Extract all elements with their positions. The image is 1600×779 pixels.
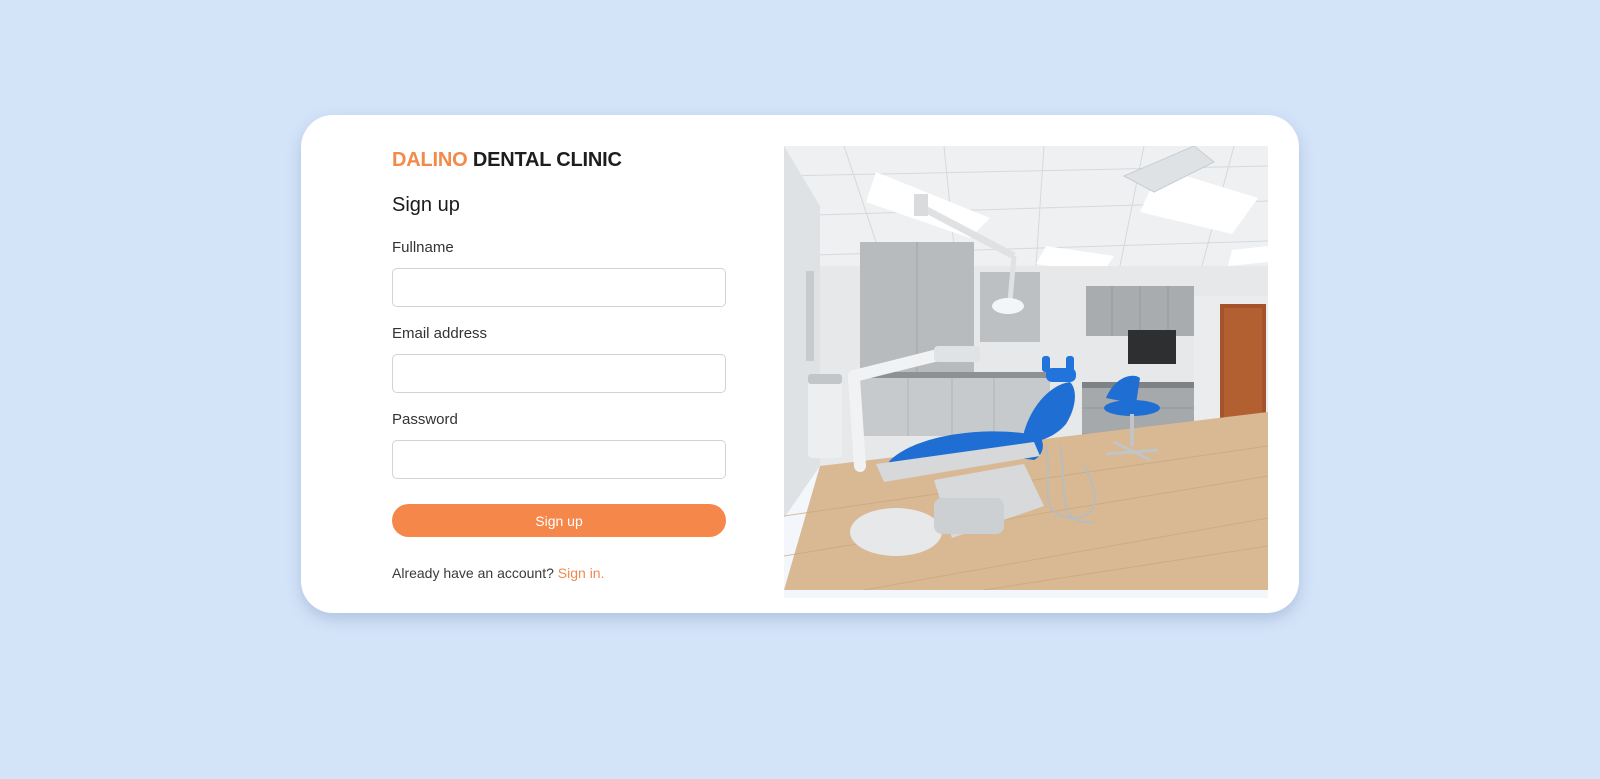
password-label: Password: [392, 411, 458, 428]
photo-frame: [784, 146, 1268, 598]
sign-in-link[interactable]: Sign in.: [558, 565, 605, 581]
dental-room-illustration: [784, 146, 1268, 590]
signup-form: DALINO DENTAL CLINIC Sign up Fullname Em…: [392, 115, 726, 613]
page-title: Sign up: [392, 194, 460, 216]
signin-prompt-text: Already have an account?: [392, 565, 554, 581]
sign-up-button[interactable]: Sign up: [392, 504, 726, 537]
fullname-label: Fullname: [392, 239, 454, 256]
password-input[interactable]: [392, 440, 726, 479]
brand-logo: DALINO DENTAL CLINIC: [392, 149, 622, 172]
signin-prompt: Already have an account? Sign in.: [392, 565, 604, 581]
email-label: Email address: [392, 325, 488, 342]
fullname-input[interactable]: [392, 268, 726, 307]
brand-rest-text: DENTAL CLINIC: [472, 149, 622, 171]
signup-card: DALINO DENTAL CLINIC Sign up Fullname Em…: [301, 115, 1299, 613]
email-input[interactable]: [392, 354, 726, 393]
dental-clinic-photo: [784, 146, 1268, 590]
brand-accent-text: DALINO: [392, 149, 468, 171]
